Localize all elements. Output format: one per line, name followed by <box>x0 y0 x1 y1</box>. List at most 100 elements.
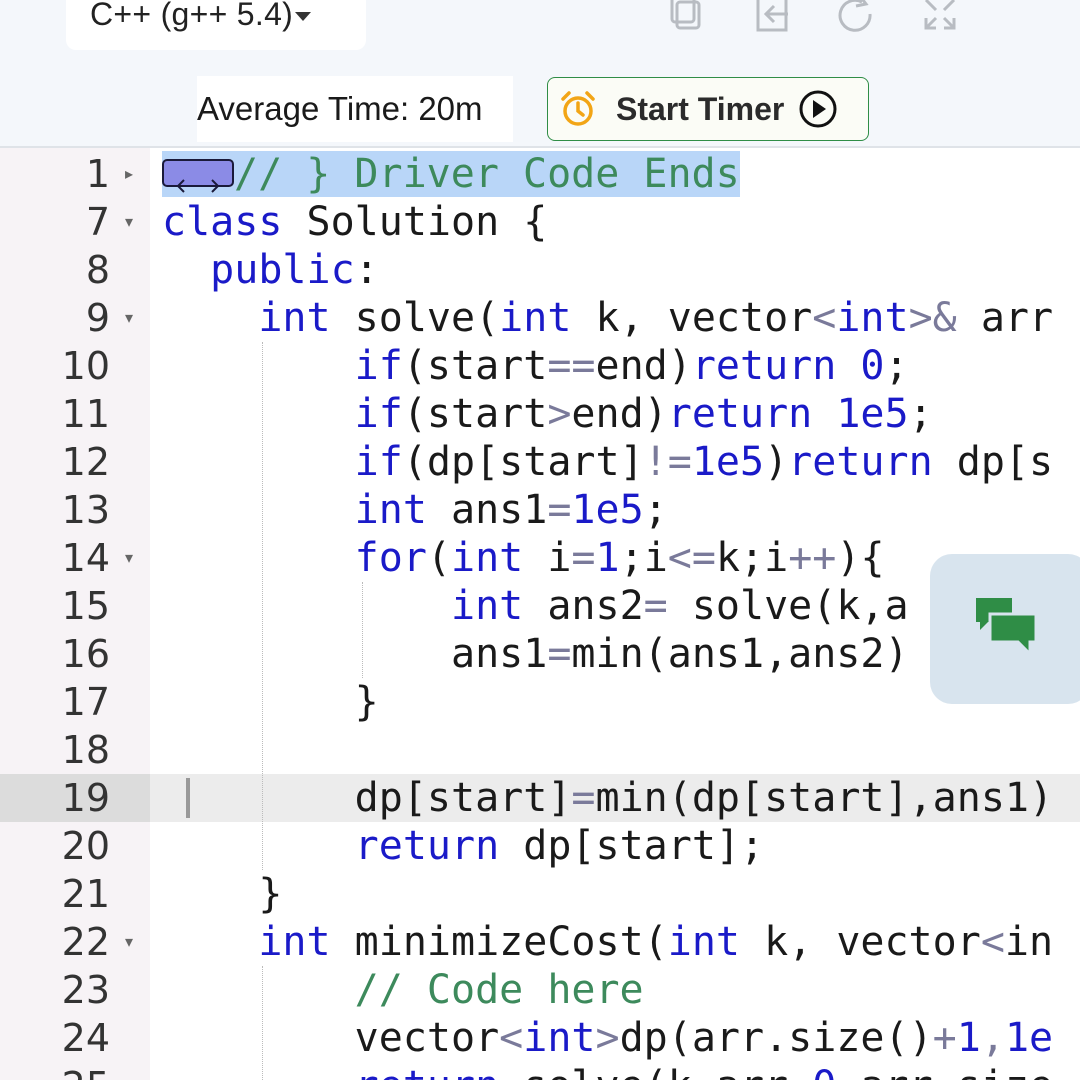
fold-collapse-icon[interactable]: ▾ <box>125 534 133 582</box>
line-number-cell: 8 <box>0 246 150 294</box>
line-number-cell: 16 <box>0 630 150 678</box>
code-line[interactable]: 9 ▾ int solve(int k, vector<int>& arr <box>0 294 1080 342</box>
code-text: if(dp[start]!=1e5)return dp[s <box>354 439 1054 485</box>
line-number: 22 <box>61 920 110 964</box>
language-select[interactable]: C++ (g++ 5.4) <box>66 0 366 50</box>
line-number: 12 <box>61 440 110 484</box>
line-number: 1 <box>85 152 110 196</box>
code-text: int ans1=1e5; <box>354 487 668 533</box>
line-number: 10 <box>61 344 110 388</box>
code-line[interactable]: 21 } <box>0 870 1080 918</box>
line-number-cell: 24 <box>0 1014 150 1062</box>
line-number: 11 <box>61 392 110 436</box>
fold-collapse-icon[interactable]: ▾ <box>125 294 133 342</box>
line-number-cell: 9 ▾ <box>0 294 150 342</box>
code-line[interactable]: 17 } <box>0 678 1080 726</box>
code-text: class Solution { <box>162 199 548 245</box>
code-line[interactable]: 24 vector<int>dp(arr.size()+1,1e <box>0 1014 1080 1062</box>
code-text: public: <box>162 247 379 293</box>
code-text: int minimizeCost(int k, vector<in <box>258 919 1054 965</box>
line-number-cell: 14 ▾ <box>0 534 150 582</box>
code-line[interactable]: 1 ▸// } Driver Code Ends <box>0 150 1080 198</box>
line-number: 7 <box>85 200 110 244</box>
chat-bubbles-icon <box>976 598 1038 658</box>
line-number: 8 <box>85 248 110 292</box>
fold-expand-icon[interactable]: ▸ <box>125 150 133 198</box>
indent-guide <box>262 966 263 1080</box>
code-text: for(int i=1;i<=k;i++){ <box>354 535 885 581</box>
line-number: 16 <box>61 632 110 676</box>
code-line[interactable]: 12 if(dp[start]!=1e5)return dp[s <box>0 438 1080 486</box>
code-text: // } Driver Code Ends <box>162 150 740 198</box>
line-number-cell: 22 ▾ <box>0 918 150 966</box>
line-number-cell: 19 <box>0 774 150 822</box>
code-line[interactable]: 7 ▾ class Solution { <box>0 198 1080 246</box>
language-label: C++ (g++ 5.4) <box>90 0 294 32</box>
start-timer-label: Start Timer <box>616 90 785 127</box>
code-text: // Code here <box>354 967 644 1013</box>
folded-code-icon[interactable] <box>162 159 234 193</box>
indent-guide <box>362 582 363 678</box>
editor-toolbar: C++ (g++ 5.4) Average Time: 20m Start Ti… <box>0 0 1080 148</box>
line-number: 15 <box>61 584 110 628</box>
average-time-label: Average Time: 20m <box>197 90 483 127</box>
code-text: ans1=min(ans1,ans2) <box>162 631 909 677</box>
text-cursor <box>186 778 190 818</box>
code-line[interactable]: 16 ans1=min(ans1,ans2) <box>0 630 1080 678</box>
code-editor[interactable]: 1 ▸// } Driver Code Ends 7 ▾ class Solution … <box>0 148 1080 1080</box>
code-text: vector<int>dp(arr.size()+1,1e <box>162 1015 1054 1061</box>
line-number: 21 <box>61 872 110 916</box>
code-line[interactable]: 15 int ans2= solve(k,a <box>0 582 1080 630</box>
line-number-cell: 20 <box>0 822 150 870</box>
code-line[interactable]: 23 // Code here <box>0 966 1080 1014</box>
line-number: 18 <box>61 728 110 772</box>
line-number: 23 <box>61 968 110 1012</box>
code-line[interactable]: 22 ▾ int minimizeCost(int k, vector<in <box>0 918 1080 966</box>
line-number-cell: 15 <box>0 582 150 630</box>
line-number: 17 <box>61 680 110 724</box>
line-number-cell: 13 <box>0 486 150 534</box>
line-number-cell: 10 <box>0 342 150 390</box>
fold-collapse-icon[interactable]: ▾ <box>125 918 133 966</box>
line-number-cell: 12 <box>0 438 150 486</box>
code-text: } <box>162 871 283 917</box>
code-line[interactable]: 11 if(start>end)return 1e5; <box>0 390 1080 438</box>
code-line[interactable]: 10 if(start==end)return 0; <box>0 342 1080 390</box>
code-line[interactable]: 8 public: <box>0 246 1080 294</box>
line-number-cell: 1 ▸ <box>0 150 150 198</box>
fullscreen-icon[interactable] <box>920 0 960 34</box>
average-time: Average Time: 20m <box>197 76 513 142</box>
code-text: int ans2= solve(k,a <box>450 583 909 629</box>
code-line[interactable]: 20 return dp[start]; <box>0 822 1080 870</box>
code-line[interactable]: 18 <box>0 726 1080 774</box>
import-icon[interactable] <box>752 0 792 34</box>
code-text: if(start==end)return 0; <box>354 343 909 389</box>
line-number: 13 <box>61 488 110 532</box>
code-line[interactable]: 13 int ans1=1e5; <box>0 486 1080 534</box>
code-text: } <box>162 679 379 725</box>
fold-collapse-icon[interactable]: ▾ <box>125 198 133 246</box>
line-number-cell: 21 <box>0 870 150 918</box>
line-number-cell: 18 <box>0 726 150 774</box>
reset-icon[interactable] <box>836 0 876 34</box>
code-text: dp[start]=min(dp[start],ans1) <box>162 775 1054 821</box>
indent-guide <box>262 342 263 870</box>
line-number-cell: 23 <box>0 966 150 1014</box>
line-number-cell: 17 <box>0 678 150 726</box>
chevron-down-icon <box>295 12 312 21</box>
start-timer-button[interactable]: Start Timer <box>547 77 869 141</box>
code-text: if(start>end)return 1e5; <box>354 391 933 437</box>
line-number: 9 <box>85 296 110 340</box>
code-line[interactable]: 19 dp[start]=min(dp[start],ans1) <box>0 774 1080 822</box>
code-line[interactable]: 25 return solve(k,arr,0,arr.size <box>0 1062 1080 1080</box>
chat-button[interactable] <box>930 554 1080 704</box>
code-text: return dp[start]; <box>354 823 765 869</box>
copy-icon[interactable] <box>668 0 708 34</box>
line-number: 14 <box>61 536 110 580</box>
line-number-cell: 25 <box>0 1062 150 1080</box>
code-line[interactable]: 14 ▾ for(int i=1;i<=k;i++){ <box>0 534 1080 582</box>
play-icon <box>799 90 837 128</box>
code-text: return solve(k,arr,0,arr.size <box>162 1062 1053 1080</box>
alarm-clock-icon <box>561 91 595 126</box>
line-number: 25 <box>62 1062 110 1080</box>
